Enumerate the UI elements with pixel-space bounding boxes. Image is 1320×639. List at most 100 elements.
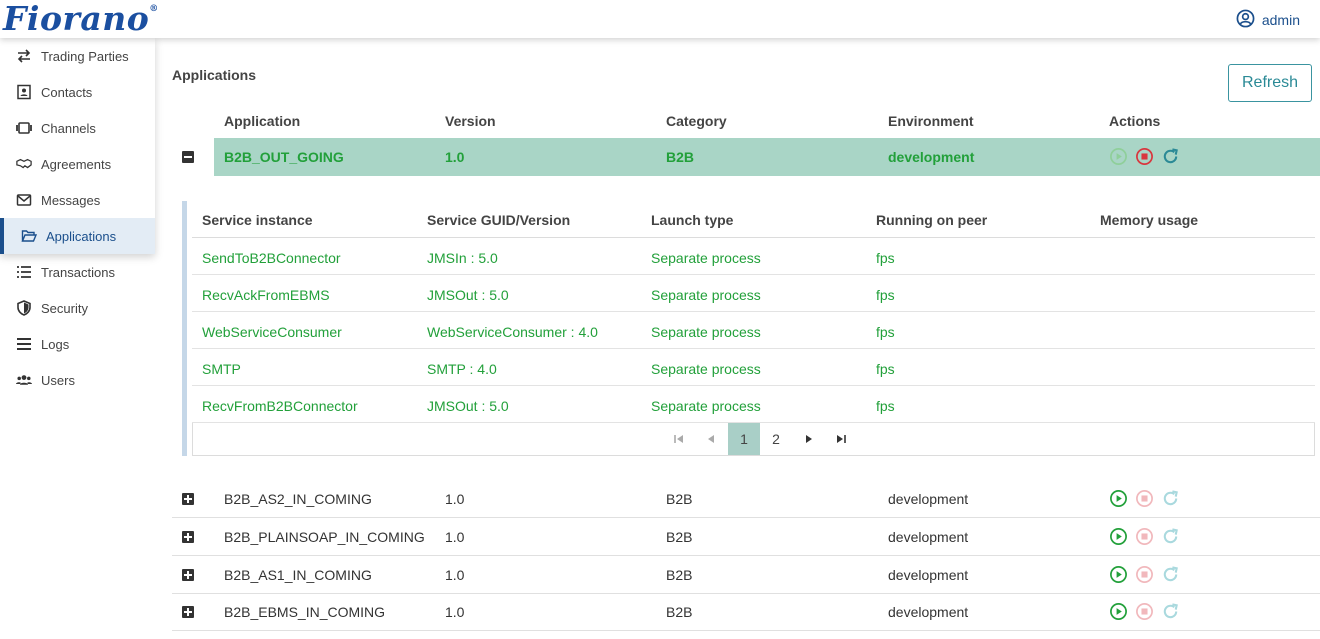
- stop-icon[interactable]: [1135, 527, 1154, 546]
- restart-icon[interactable]: [1161, 527, 1180, 546]
- sidebar-item-security[interactable]: Security: [0, 290, 155, 326]
- launch-icon[interactable]: [1109, 602, 1128, 621]
- column-header-service-instance: Service instance: [202, 212, 313, 228]
- application-category: B2B: [666, 491, 693, 507]
- launch-icon[interactable]: [1109, 527, 1128, 546]
- sidebar-item-messages[interactable]: Messages: [0, 182, 155, 218]
- stop-icon[interactable]: [1135, 565, 1154, 584]
- column-header-service-guid: Service GUID/Version: [427, 212, 571, 228]
- sidebar-item-applications[interactable]: Applications: [0, 218, 155, 254]
- table-row-expanded[interactable]: B2B_OUT_GOING 1.0 B2B development: [172, 138, 1320, 176]
- row-actions: [1109, 602, 1180, 621]
- sidebar-item-logs[interactable]: Logs: [0, 326, 155, 362]
- application-version: 1.0: [445, 491, 465, 507]
- last-page-icon[interactable]: [825, 423, 857, 455]
- column-header-application[interactable]: Application: [224, 111, 300, 131]
- column-header-environment[interactable]: Environment: [888, 111, 974, 131]
- previous-page-icon[interactable]: [695, 423, 727, 455]
- service-instance: RecvAckFromEBMS: [202, 287, 330, 303]
- page-button-2[interactable]: 2: [760, 423, 792, 455]
- sidebar-item-label: Messages: [41, 192, 101, 208]
- restart-icon[interactable]: [1161, 565, 1180, 584]
- service-row[interactable]: WebServiceConsumer WebServiceConsumer : …: [192, 312, 1315, 349]
- application-environment: development: [888, 149, 975, 165]
- expand-row-icon[interactable]: [182, 531, 194, 543]
- column-header-version[interactable]: Version: [445, 111, 496, 131]
- shield-icon: [15, 300, 33, 316]
- application-environment: development: [888, 604, 969, 620]
- next-page-icon[interactable]: [793, 423, 825, 455]
- sidebar-item-label: Users: [41, 372, 75, 388]
- service-instance: RecvFromB2BConnector: [202, 398, 358, 414]
- restart-icon[interactable]: [1161, 147, 1180, 166]
- table-row[interactable]: B2B_AS1_IN_COMING 1.0 B2B development: [172, 556, 1320, 594]
- sidebar-item-trading-parties[interactable]: Trading Parties: [0, 38, 155, 74]
- page-button-1[interactable]: 1: [728, 423, 760, 455]
- sidebar-item-label: Logs: [41, 336, 70, 352]
- service-instance: SMTP: [202, 361, 241, 377]
- sidebar-item-label: Agreements: [41, 156, 112, 172]
- application-name: B2B_OUT_GOING: [224, 149, 344, 165]
- sidebar-item-contacts[interactable]: Contacts: [0, 74, 155, 110]
- application-name: B2B_AS2_IN_COMING: [224, 491, 372, 507]
- service-table-header: Service instance Service GUID/Version La…: [192, 201, 1315, 238]
- application-environment: development: [888, 529, 969, 545]
- refresh-button[interactable]: Refresh: [1228, 64, 1312, 102]
- launch-icon[interactable]: [1109, 147, 1128, 166]
- applications-table-header: Application Version Category Environment…: [172, 111, 1320, 139]
- service-peer: fps: [876, 398, 895, 414]
- application-environment: development: [888, 567, 969, 583]
- service-launch-type: Separate process: [651, 324, 761, 340]
- stop-icon[interactable]: [1135, 489, 1154, 508]
- service-row[interactable]: SendToB2BConnector JMSIn : 5.0 Separate …: [192, 238, 1315, 275]
- column-header-actions: Actions: [1109, 113, 1161, 129]
- table-row[interactable]: B2B_EBMS_IN_COMING 1.0 B2B development: [172, 593, 1320, 631]
- sidebar-item-transactions[interactable]: Transactions: [0, 254, 155, 290]
- collapse-row-icon[interactable]: [182, 151, 194, 163]
- exchange-icon: [15, 48, 33, 64]
- top-bar: Fiorano® admin: [0, 0, 1320, 38]
- expand-row-icon[interactable]: [182, 493, 194, 505]
- table-row[interactable]: B2B_AS2_IN_COMING 1.0 B2B development: [172, 480, 1320, 518]
- user-name: admin: [1261, 12, 1300, 28]
- stop-icon[interactable]: [1135, 147, 1154, 166]
- first-page-icon[interactable]: [663, 423, 695, 455]
- sidebar-item-label: Contacts: [41, 84, 93, 100]
- fiorano-logo[interactable]: Fiorano®: [3, 2, 159, 36]
- restart-icon[interactable]: [1161, 602, 1180, 621]
- restart-icon[interactable]: [1161, 489, 1180, 508]
- expand-row-icon[interactable]: [182, 606, 194, 618]
- service-pager: 1 2: [192, 423, 1315, 456]
- sidebar-item-label: Channels: [41, 120, 96, 136]
- launch-icon[interactable]: [1109, 565, 1128, 584]
- application-environment: development: [888, 491, 969, 507]
- application-name: B2B_EBMS_IN_COMING: [224, 604, 386, 620]
- application-category: B2B: [666, 604, 693, 620]
- expand-row-icon[interactable]: [182, 569, 194, 581]
- launch-icon[interactable]: [1109, 489, 1128, 508]
- application-category: B2B: [666, 529, 693, 545]
- sidebar-item-users[interactable]: Users: [0, 362, 155, 398]
- table-row[interactable]: B2B_PLAINSOAP_IN_COMING 1.0 B2B developm…: [172, 518, 1320, 556]
- envelope-icon: [15, 192, 33, 208]
- application-version: 1.0: [445, 529, 465, 545]
- service-row[interactable]: RecvAckFromEBMS JMSOut : 5.0 Separate pr…: [192, 275, 1315, 312]
- service-guid: SMTP : 4.0: [427, 361, 497, 377]
- service-instance: SendToB2BConnector: [202, 250, 341, 266]
- service-launch-type: Separate process: [651, 361, 761, 377]
- service-row[interactable]: RecvFromB2BConnector JMSOut : 5.0 Separa…: [192, 386, 1315, 423]
- column-header-launch-type: Launch type: [651, 212, 734, 228]
- sidebar-item-label: Trading Parties: [41, 48, 129, 64]
- user-menu[interactable]: admin: [1236, 9, 1300, 31]
- application-version: 1.0: [445, 149, 465, 165]
- column-header-category[interactable]: Category: [666, 111, 727, 131]
- application-version: 1.0: [445, 604, 465, 620]
- service-launch-type: Separate process: [651, 287, 761, 303]
- service-row[interactable]: SMTP SMTP : 4.0 Separate process fps: [192, 349, 1315, 386]
- sidebar-item-channels[interactable]: Channels: [0, 110, 155, 146]
- sidebar-item-agreements[interactable]: Agreements: [0, 146, 155, 182]
- stop-icon[interactable]: [1135, 602, 1154, 621]
- application-name: B2B_AS1_IN_COMING: [224, 567, 372, 583]
- channel-icon: [15, 120, 33, 136]
- list-icon: [15, 264, 33, 280]
